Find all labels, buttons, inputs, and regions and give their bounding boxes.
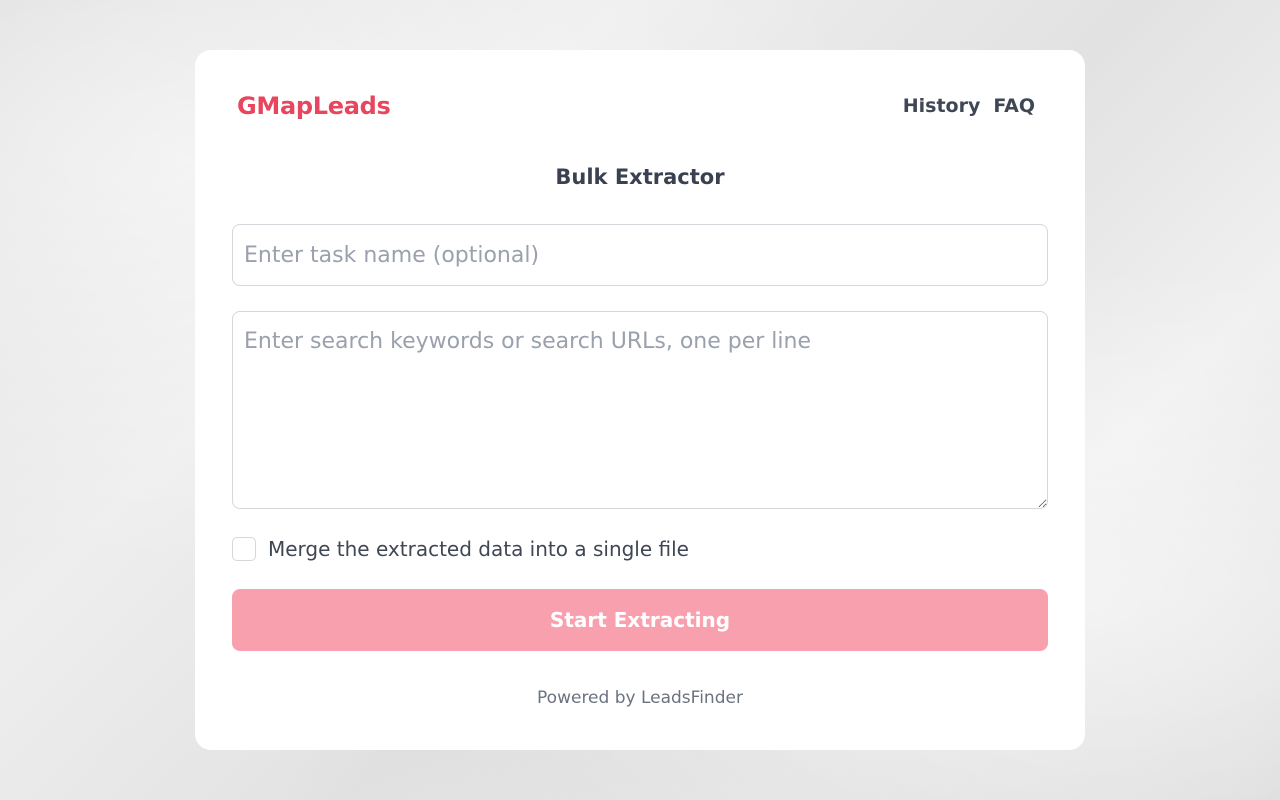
merge-checkbox[interactable] — [232, 537, 256, 561]
task-name-input[interactable] — [232, 224, 1048, 286]
powered-by-footer: Powered by LeadsFinder — [537, 688, 743, 708]
start-extracting-button[interactable]: Start Extracting — [232, 589, 1048, 651]
nav-history-link[interactable]: History — [903, 95, 981, 117]
nav-faq-link[interactable]: FAQ — [993, 95, 1035, 117]
header: GMapLeads History FAQ — [237, 88, 1035, 124]
keywords-textarea[interactable] — [232, 311, 1048, 509]
top-nav: History FAQ — [903, 95, 1035, 117]
extractor-card: GMapLeads History FAQ Bulk Extractor Mer… — [195, 50, 1085, 750]
merge-option[interactable]: Merge the extracted data into a single f… — [232, 536, 689, 562]
merge-checkbox-label: Merge the extracted data into a single f… — [268, 537, 689, 561]
app-logo: GMapLeads — [237, 92, 391, 120]
page-title: Bulk Extractor — [555, 165, 725, 189]
